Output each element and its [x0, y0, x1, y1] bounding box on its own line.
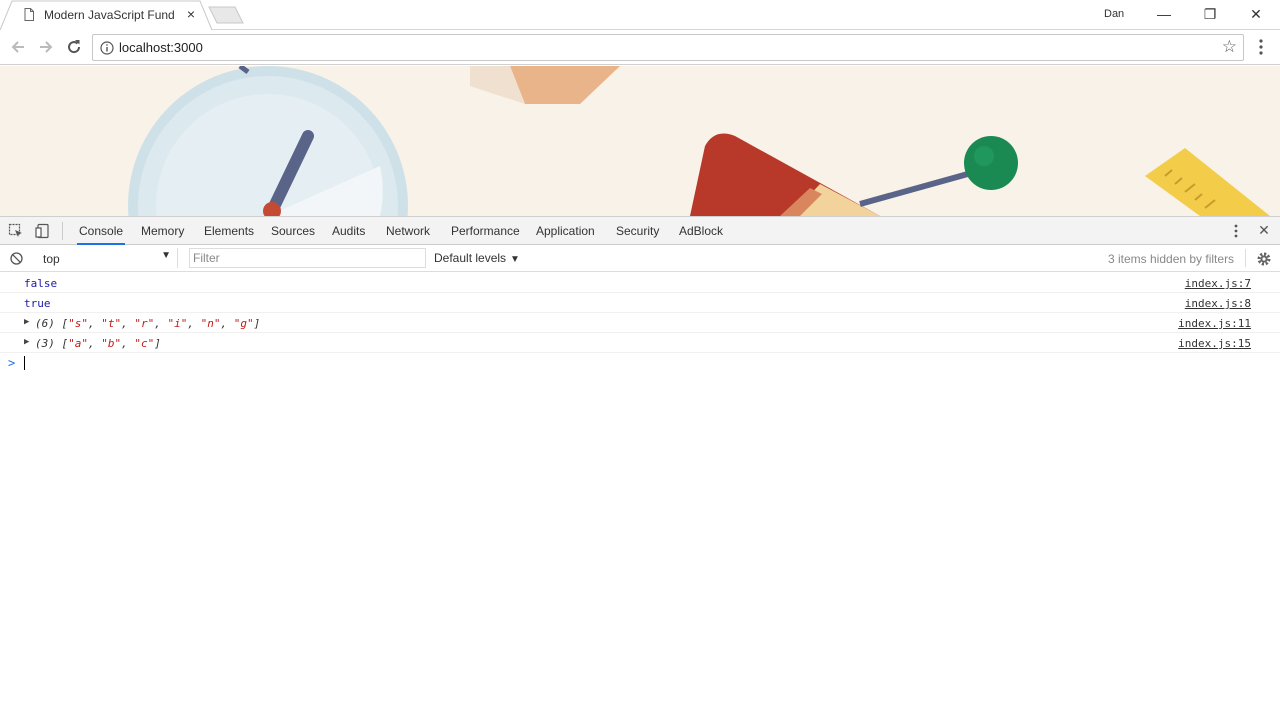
page-icon [24, 8, 34, 21]
source-link[interactable]: index.js:8 [1185, 297, 1251, 310]
expand-arrow-icon[interactable]: ▶ [24, 337, 29, 347]
source-link[interactable]: index.js:7 [1185, 277, 1251, 290]
tab-strip: Modern JavaScript Fund × Dan — ❐ ✕ [0, 0, 1280, 31]
tab-audits[interactable]: Audits [330, 217, 367, 245]
forward-arrow-icon[interactable] [36, 37, 56, 57]
array-count: (6) [35, 317, 55, 330]
hidden-items-count: 3 items hidden by filters [1108, 252, 1235, 266]
message-value: true [24, 297, 51, 310]
window-close-button[interactable]: ✕ [1233, 0, 1279, 30]
toolbar-divider [1245, 249, 1246, 267]
filter-field[interactable] [189, 248, 426, 268]
toolbar-divider [62, 222, 63, 240]
array-item: "t" [101, 317, 122, 330]
array-item: "c" [134, 337, 155, 350]
info-icon[interactable] [100, 41, 114, 55]
text-cursor [24, 356, 25, 370]
tab-adblock[interactable]: AdBlock [677, 217, 725, 245]
array-preview[interactable]: (3) ["a", "b", "c"] [35, 337, 161, 350]
console-message: false index.js:7 [0, 273, 1280, 293]
inspect-element-icon[interactable] [8, 223, 24, 239]
array-item: "b" [101, 337, 122, 350]
array-item: "n" [200, 317, 221, 330]
array-item: "r" [134, 317, 155, 330]
console-prompt[interactable]: > [0, 353, 1280, 373]
message-value: false [24, 277, 58, 290]
browser-toolbar: localhost:3000 ☆ [0, 30, 1280, 65]
log-levels-dropdown[interactable]: Default levels ▼ [434, 251, 520, 265]
profile-name[interactable]: Dan [1104, 8, 1124, 20]
browser-tab[interactable]: Modern JavaScript Fund × [0, 0, 213, 31]
banner-artwork [0, 66, 1280, 216]
device-toolbar-icon[interactable] [35, 223, 51, 239]
devtools-menu-icon[interactable] [1230, 223, 1242, 239]
context-value: top [43, 252, 60, 266]
tab-close-icon[interactable]: × [183, 6, 199, 22]
console-message: ▶ (3) ["a", "b", "c"] index.js:15 [0, 333, 1280, 353]
tab-security[interactable]: Security [614, 217, 661, 245]
devtools-close-icon[interactable]: ✕ [1256, 222, 1272, 239]
tab-title: Modern JavaScript Fund [44, 8, 175, 22]
devtools-tab-bar: Console Memory Elements Sources Audits N… [0, 217, 1280, 245]
source-link[interactable]: index.js:15 [1178, 337, 1251, 350]
gear-icon[interactable] [1256, 251, 1272, 267]
prompt-caret-icon: > [8, 356, 16, 370]
tab-performance[interactable]: Performance [449, 217, 522, 245]
console-message: ▶ (6) ["s", "t", "r", "i", "n", "g"] ind… [0, 313, 1280, 333]
tab-network[interactable]: Network [384, 217, 432, 245]
address-bar[interactable]: localhost:3000 ☆ [92, 34, 1244, 61]
tab-memory[interactable]: Memory [139, 217, 186, 245]
dropdown-arrow-icon: ▼ [510, 254, 520, 265]
array-preview[interactable]: (6) ["s", "t", "r", "i", "n", "g"] [35, 317, 260, 330]
filter-input[interactable] [190, 249, 425, 267]
restore-button[interactable]: ❐ [1187, 0, 1233, 30]
page-banner-illustration [0, 66, 1280, 216]
tab-console[interactable]: Console [77, 217, 126, 245]
console-toolbar: top ▼ Default levels▼ 3 items hidden by … [0, 245, 1280, 272]
console-output: false index.js:7 true index.js:8 ▶ (6) [… [0, 273, 1280, 373]
array-item: "i" [167, 317, 188, 330]
array-count: (3) [35, 337, 55, 350]
browser-menu-icon[interactable] [1253, 38, 1269, 56]
array-item: "g" [233, 317, 254, 330]
tab-application[interactable]: Application [534, 217, 597, 245]
url-text[interactable]: localhost:3000 [119, 40, 203, 55]
devtools-panel: Console Memory Elements Sources Audits N… [0, 216, 1280, 720]
log-levels-label: Default levels [434, 251, 507, 265]
clear-console-icon[interactable] [10, 252, 23, 265]
dropdown-arrow-icon: ▼ [161, 250, 171, 261]
bookmark-star-icon[interactable]: ☆ [1222, 38, 1237, 56]
tab-elements[interactable]: Elements [202, 217, 256, 245]
tab-sources[interactable]: Sources [269, 217, 317, 245]
new-tab-button[interactable] [208, 6, 244, 24]
context-selector[interactable]: top ▼ [35, 248, 178, 268]
reload-icon[interactable] [64, 37, 84, 57]
array-item: "s" [68, 317, 88, 330]
console-message: true index.js:8 [0, 293, 1280, 313]
array-item: "a" [68, 337, 88, 350]
expand-arrow-icon[interactable]: ▶ [24, 317, 29, 327]
back-arrow-icon[interactable] [8, 37, 28, 57]
minimize-button[interactable]: — [1141, 0, 1187, 30]
source-link[interactable]: index.js:11 [1178, 317, 1251, 330]
